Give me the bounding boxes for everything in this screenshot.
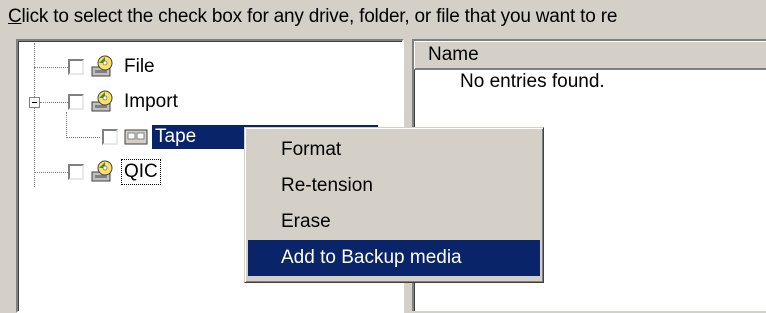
tape-device-icon	[90, 160, 116, 190]
column-header-name[interactable]: Name	[414, 41, 766, 70]
tree-connector	[34, 172, 68, 173]
instruction-rest: lick to select the check box for any dri…	[21, 6, 618, 27]
tree-connector	[34, 67, 68, 68]
checkbox-tape[interactable]	[102, 129, 118, 145]
menu-item-re-tension[interactable]: Re-tension	[248, 168, 540, 204]
tape-device-icon	[90, 55, 116, 85]
context-menu: Format Re-tension Erase Add to Backup me…	[244, 127, 544, 283]
tree-connector	[40, 102, 68, 103]
tree-connector	[66, 112, 67, 138]
tree-connector	[34, 43, 35, 187]
instruction-text: Click to select the check box for any dr…	[8, 6, 617, 28]
checkbox-import[interactable]	[68, 94, 84, 110]
collapse-toggle-import[interactable]	[29, 97, 40, 108]
tree-item-label[interactable]: QIC	[121, 159, 161, 185]
menu-item-erase[interactable]: Erase	[248, 204, 540, 240]
instruction-accelerator: C	[8, 6, 22, 27]
menu-item-format[interactable]: Format	[248, 132, 540, 168]
tree-item-label[interactable]: Import	[124, 90, 178, 114]
checkbox-qic[interactable]	[68, 164, 84, 180]
tree-item-label[interactable]: File	[124, 55, 155, 79]
tape-media-icon	[124, 127, 150, 153]
tree-connector	[66, 137, 100, 138]
menu-item-add-to-backup-media[interactable]: Add to Backup media	[248, 240, 540, 276]
tape-device-icon	[90, 90, 116, 120]
empty-list-message: No entries found.	[460, 71, 605, 92]
checkbox-file[interactable]	[68, 59, 84, 75]
